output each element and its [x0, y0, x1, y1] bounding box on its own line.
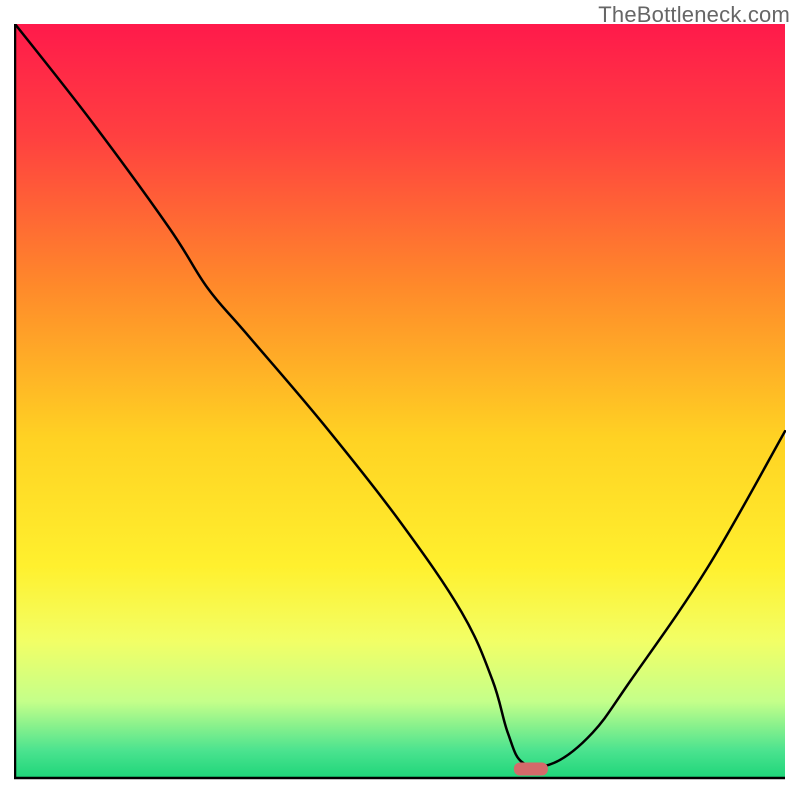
optimal-marker — [514, 763, 548, 776]
chart-svg — [14, 24, 786, 786]
plot-frame — [14, 24, 786, 786]
chart-stage: TheBottleneck.com — [0, 0, 800, 800]
watermark-text: TheBottleneck.com — [598, 2, 790, 28]
gradient-background — [15, 24, 785, 777]
